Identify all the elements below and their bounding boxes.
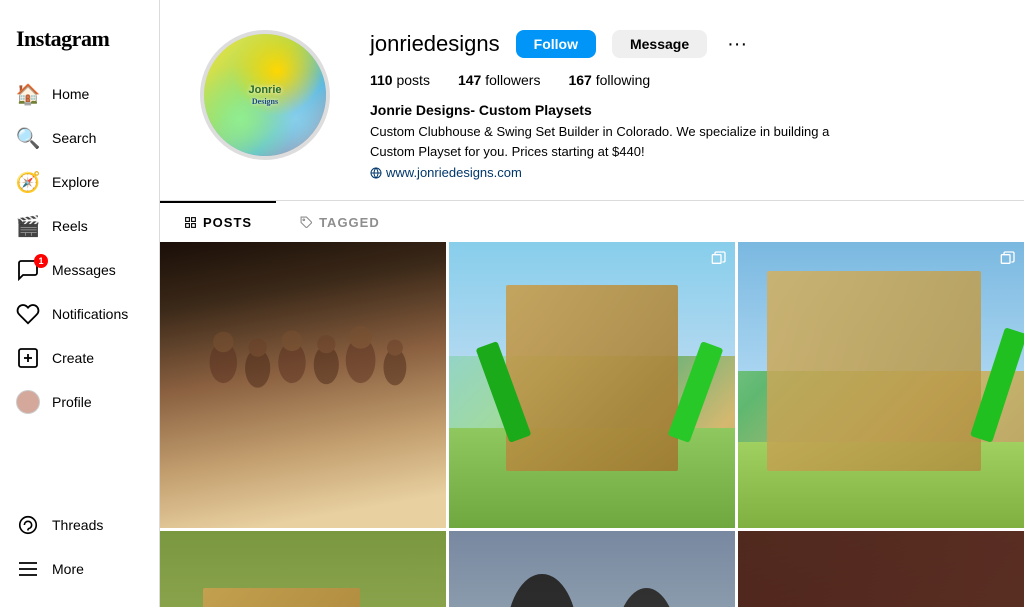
search-icon: 🔍 xyxy=(16,126,40,150)
explore-icon: 🧭 xyxy=(16,170,40,194)
home-icon: 🏠 xyxy=(16,82,40,106)
grid-item-5[interactable] xyxy=(449,531,735,607)
profile-bio: Custom Clubhouse & Swing Set Builder in … xyxy=(370,122,870,161)
grid-item-2[interactable] xyxy=(449,242,735,528)
sidebar-item-explore[interactable]: 🧭 Explore xyxy=(8,160,151,204)
sidebar-item-label-notifications: Notifications xyxy=(52,306,128,322)
following-stat: 167 following xyxy=(568,72,650,88)
sidebar-item-home[interactable]: 🏠 Home xyxy=(8,72,151,116)
follow-button[interactable]: Follow xyxy=(516,30,596,58)
messages-badge: 1 xyxy=(34,254,48,268)
sidebar-item-label-threads: Threads xyxy=(52,517,103,533)
sidebar-item-messages[interactable]: Messages 1 xyxy=(8,248,151,292)
profile-website[interactable]: www.jonriedesigns.com xyxy=(370,165,984,180)
sidebar-item-label-search: Search xyxy=(52,130,96,146)
create-icon xyxy=(16,346,40,370)
reels-icon: 🎬 xyxy=(16,214,40,238)
more-options-button[interactable]: ··· xyxy=(723,33,751,56)
profile-avatar-icon xyxy=(16,390,40,414)
sidebar-item-label-create: Create xyxy=(52,350,94,366)
sidebar-item-label-profile: Profile xyxy=(52,394,92,410)
grid-item-6[interactable]: Merriest Christm Ethan, Bria, Brayden, J… xyxy=(738,531,1024,607)
tab-tagged[interactable]: TAGGED xyxy=(276,201,404,242)
profile-tabs: POSTS TAGGED xyxy=(160,200,1024,242)
sidebar-item-notifications[interactable]: Notifications xyxy=(8,292,151,336)
profile-stats: 110 posts 147 followers 167 following xyxy=(370,72,984,88)
sidebar-item-label-reels: Reels xyxy=(52,218,88,234)
notifications-icon xyxy=(16,302,40,326)
profile-username-row: jonriedesigns Follow Message ··· xyxy=(370,30,984,58)
photo-grid: May 22, 20 ail, CO xyxy=(160,242,1024,607)
grid-item-3[interactable] xyxy=(738,242,1024,528)
instagram-logo: Instagram xyxy=(8,16,151,72)
profile-display-name: Jonrie Designs- Custom Playsets xyxy=(370,102,984,118)
sidebar-item-reels[interactable]: 🎬 Reels xyxy=(8,204,151,248)
sidebar-item-profile[interactable]: Profile xyxy=(8,380,151,424)
grid-item-1[interactable] xyxy=(160,242,446,528)
profile-username: jonriedesigns xyxy=(370,31,500,57)
followers-stat: 147 followers xyxy=(458,72,541,88)
more-icon xyxy=(16,557,40,581)
grid-item-4[interactable]: May 22, 20 ail, CO xyxy=(160,531,446,607)
sidebar-item-threads[interactable]: Threads xyxy=(8,503,151,547)
profile-info: jonriedesigns Follow Message ··· 110 pos… xyxy=(370,30,984,180)
sidebar: Instagram 🏠 Home 🔍 Search 🧭 Explore 🎬 Re… xyxy=(0,0,160,607)
sidebar-item-create[interactable]: Create xyxy=(8,336,151,380)
sidebar-item-label-explore: Explore xyxy=(52,174,99,190)
tab-tagged-label: TAGGED xyxy=(319,215,380,230)
sidebar-item-label-more: More xyxy=(52,561,84,577)
message-button[interactable]: Message xyxy=(612,30,707,58)
tab-posts-label: POSTS xyxy=(203,215,252,230)
sidebar-item-label-messages: Messages xyxy=(52,262,116,278)
posts-stat: 110 posts xyxy=(370,72,430,88)
main-content: Jonrie Designs jonriedesigns Follow Mess… xyxy=(160,0,1024,607)
sidebar-item-label-home: Home xyxy=(52,86,89,102)
sidebar-item-more[interactable]: More xyxy=(8,547,151,591)
tab-posts[interactable]: POSTS xyxy=(160,201,276,242)
profile-avatar: Jonrie Designs xyxy=(200,30,330,160)
threads-icon xyxy=(16,513,40,537)
profile-header: Jonrie Designs jonriedesigns Follow Mess… xyxy=(160,0,1024,200)
sidebar-item-search[interactable]: 🔍 Search xyxy=(8,116,151,160)
